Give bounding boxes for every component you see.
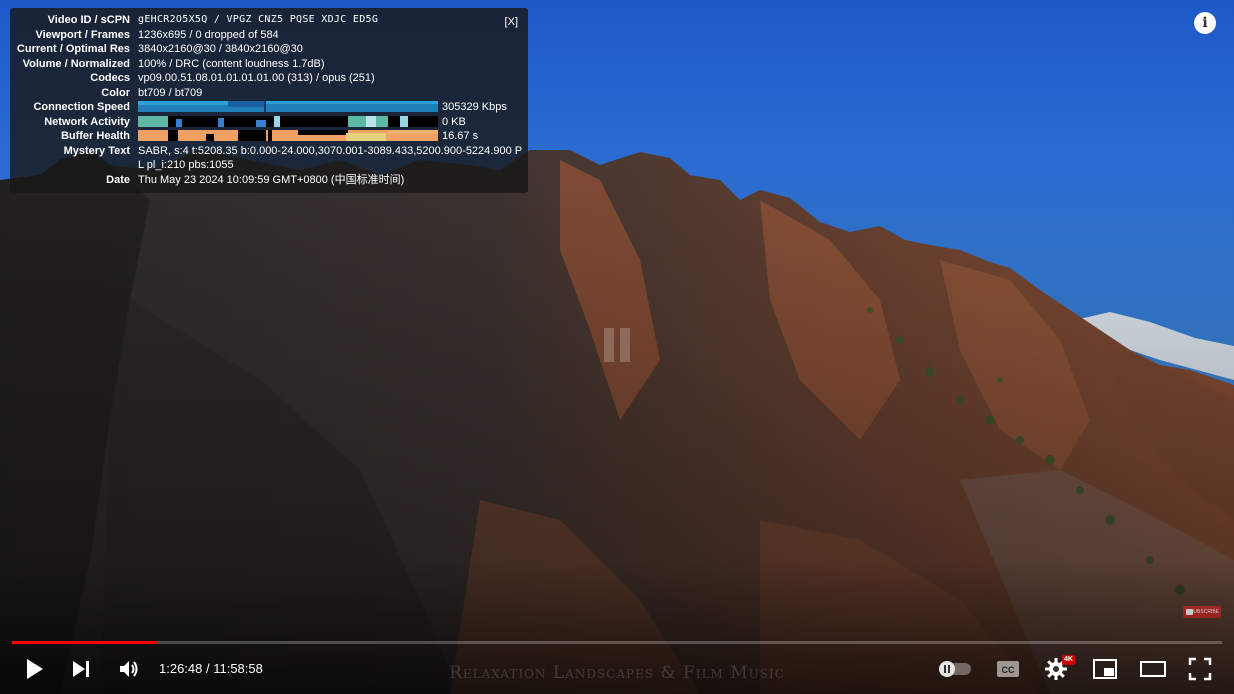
stat-value: SABR, s:4 t:5208.35 b:0.000-24.000,3070.…: [138, 144, 522, 171]
stat-value: Thu May 23 2024 10:09:59 GMT+0800 (中国标准时…: [138, 174, 405, 186]
stat-row-codecs: Codecs vp09.00.51.08.01.01.01.01.00 (313…: [10, 71, 528, 85]
stat-value: 3840x2160@30 / 3840x2160@30: [138, 43, 303, 55]
stat-row-connection-speed: Connection Speed 305329 Kbps: [10, 100, 528, 114]
info-icon[interactable]: i: [1194, 12, 1216, 34]
fullscreen-icon[interactable]: [1188, 657, 1212, 681]
stat-value: vp09.00.51.08.01.01.01.01.00 (313) / opu…: [138, 72, 375, 84]
stat-value: 16.67 s: [442, 130, 479, 142]
stat-row-date: Date Thu May 23 2024 10:09:59 GMT+0800 (…: [10, 173, 528, 187]
stat-row-buffer-health: Buffer Health 16.67 s: [10, 129, 528, 143]
stats-for-nerds-panel: [X] Video ID / sCPN gEHCR2O5X5Q / VPGZ C…: [10, 8, 528, 193]
progress-played: [12, 641, 158, 644]
time-display: 1:26:48 / 11:58:58: [159, 661, 263, 676]
stat-label: Buffer Health: [60, 130, 130, 142]
stat-label: Video ID / sCPN: [47, 14, 130, 26]
stat-row-viewport: Viewport / Frames 1236x695 / 0 dropped o…: [10, 28, 528, 42]
stat-row-network-activity: Network Activity 0 KB: [10, 115, 528, 129]
stat-label: Volume / Normalized: [22, 57, 130, 70]
stat-label: Date: [106, 174, 130, 186]
stat-row-color: Color bt709 / bt709: [10, 86, 528, 100]
stat-label: Mystery Text: [63, 144, 130, 157]
play-icon[interactable]: [24, 657, 46, 681]
stat-row-volume: Volume / Normalized 100% / DRC (content …: [10, 57, 528, 71]
stat-label: Color: [101, 86, 130, 99]
pause-indicator-icon: [604, 328, 632, 362]
miniplayer-icon[interactable]: [1092, 658, 1118, 680]
cc-icon[interactable]: CC: [996, 659, 1020, 679]
connection-speed-graph: [138, 101, 438, 112]
stat-value: 305329 Kbps: [442, 101, 507, 113]
stat-value: 0 KB: [442, 115, 466, 128]
stat-label: Codecs: [90, 72, 130, 84]
stat-label: Current / Optimal Res: [16, 43, 130, 55]
theater-icon[interactable]: [1139, 659, 1167, 679]
stat-row-mystery-text: Mystery Text SABR, s:4 t:5208.35 b:0.000…: [10, 144, 528, 174]
stat-value: gEHCR2O5X5Q / VPGZ CNZ5 PQSE XDJC ED5G: [138, 14, 379, 25]
autoplay-toggle-icon[interactable]: [938, 660, 972, 678]
progress-bar[interactable]: [12, 641, 1222, 644]
svg-text:CC: CC: [1002, 665, 1015, 675]
next-icon[interactable]: [70, 658, 94, 680]
stat-value: bt709 / bt709: [138, 86, 203, 99]
stat-row-video-id: Video ID / sCPN gEHCR2O5X5Q / VPGZ CNZ5 …: [10, 13, 528, 27]
stat-label: Connection Speed: [33, 101, 130, 113]
quality-badge: 4K: [1062, 655, 1075, 665]
volume-icon[interactable]: [117, 657, 141, 681]
stat-row-resolution: Current / Optimal Res 3840x2160@30 / 384…: [10, 42, 528, 56]
buffer-health-graph: [138, 130, 438, 141]
stat-value: 1236x695 / 0 dropped of 584: [138, 28, 279, 41]
stat-label: Viewport / Frames: [35, 28, 130, 41]
video-player[interactable]: [X] Video ID / sCPN gEHCR2O5X5Q / VPGZ C…: [0, 0, 1234, 694]
stat-label: Network Activity: [44, 115, 130, 128]
stat-value: 100% / DRC (content loudness 1.7dB): [138, 57, 325, 70]
network-activity-graph: [138, 115, 438, 127]
